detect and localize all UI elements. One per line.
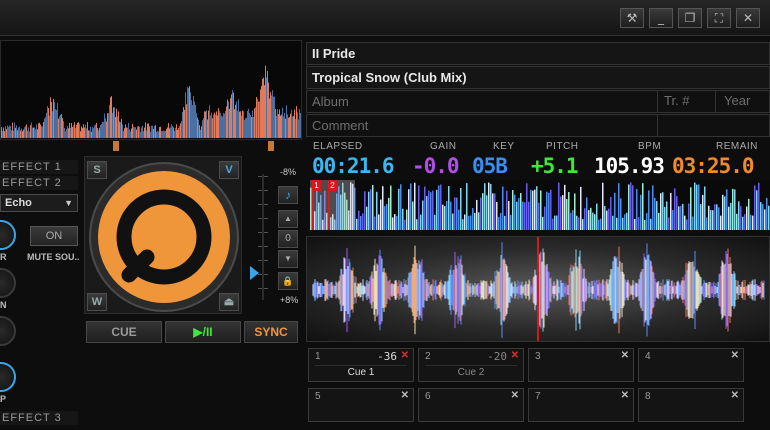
effect-3-label[interactable]: EFFECT 3 <box>0 411 78 425</box>
jog-wheel-panel: S V W ⏏ <box>84 156 242 314</box>
elapsed-label: ELAPSED <box>313 141 363 152</box>
cue-pad-5[interactable]: 5 ✕ <box>308 388 414 422</box>
bpm-value[interactable]: 105.93 <box>594 154 665 178</box>
bpm-label: BPM <box>638 141 662 152</box>
close-icon[interactable]: ✕ <box>511 350 519 361</box>
cue-pad-3[interactable]: 3 ✕ <box>528 348 634 382</box>
effect-knob-4[interactable] <box>0 362 16 392</box>
year-field[interactable]: Year <box>715 90 770 113</box>
effect-select-value: Echo <box>5 197 32 209</box>
restore-icon[interactable]: ❐ <box>678 8 702 28</box>
jog-wheel[interactable] <box>85 157 243 315</box>
cue-pad-name: Cue 1 <box>347 367 375 378</box>
close-icon[interactable]: ✕ <box>731 350 739 361</box>
fullscreen-icon[interactable]: ⛶ <box>707 8 731 28</box>
note-icon[interactable]: ♪ <box>278 186 298 204</box>
pitch-track[interactable] <box>262 174 264 300</box>
overview-waveform-graphic <box>1 65 301 138</box>
close-icon[interactable]: ✕ <box>401 390 409 401</box>
cue-pad-1[interactable]: 1 -36 ✕ Cue 1 <box>308 348 414 382</box>
effect-2-label[interactable]: EFFECT 2 <box>0 176 78 190</box>
effect-on-button[interactable]: ON <box>30 226 78 246</box>
cue-pad-value: -20 <box>487 350 507 363</box>
knob-label: P <box>0 394 7 404</box>
track-position-waveform[interactable]: 1 2 <box>310 180 770 230</box>
remain-value: 03:25.0 <box>672 154 755 178</box>
close-icon[interactable]: ✕ <box>736 8 760 28</box>
key-value[interactable]: 05B <box>472 154 508 178</box>
pitch-min-label: -8% <box>280 167 297 177</box>
pitch-up-button[interactable]: ▲ <box>278 210 298 228</box>
cue-pad-number: 5 <box>315 391 321 402</box>
cue-marker-1[interactable]: 1 <box>312 180 321 191</box>
cue-marker-2[interactable]: 2 <box>328 180 337 191</box>
pitch-zero-button[interactable]: 0 <box>278 230 298 248</box>
gain-label: GAIN <box>430 141 457 152</box>
comment-placeholder: Comment <box>312 118 369 133</box>
cue-button[interactable]: CUE <box>86 321 162 343</box>
close-icon[interactable]: ✕ <box>511 390 519 401</box>
knob-label: N <box>0 300 7 310</box>
knob-label: R <box>0 252 7 262</box>
elapsed-value: 00:21.6 <box>312 154 395 178</box>
sync-button[interactable]: SYNC <box>244 321 298 343</box>
cue-pad-8[interactable]: 8 ✕ <box>638 388 744 422</box>
pitch-max-label: +8% <box>280 295 299 305</box>
remain-label: REMAIN <box>716 141 758 152</box>
playhead <box>537 237 539 341</box>
close-icon[interactable]: ✕ <box>401 350 409 361</box>
album-placeholder: Album <box>312 94 349 109</box>
cue-pad-number: 6 <box>425 391 431 402</box>
cue-pad-7[interactable]: 7 ✕ <box>528 388 634 422</box>
effect-knob-2[interactable] <box>0 268 16 298</box>
main-waveform[interactable] <box>306 236 770 342</box>
track-title[interactable]: Tropical Snow (Club Mix) <box>306 66 770 89</box>
effect-knob-3[interactable] <box>0 316 16 346</box>
pitch-value: +5.1 <box>531 154 579 178</box>
title-bar: ⚒ _ ❐ ⛶ ✕ <box>0 0 770 36</box>
effect-knob-1[interactable] <box>0 220 16 250</box>
overview-marker <box>113 141 119 151</box>
key-label: KEY <box>493 141 515 152</box>
cue-pad-4[interactable]: 4 ✕ <box>638 348 744 382</box>
close-icon[interactable]: ✕ <box>621 350 629 361</box>
play-pause-button[interactable]: ▶/II <box>165 321 241 343</box>
effect-select[interactable]: Echo ▼ <box>0 194 78 212</box>
pitch-down-button[interactable]: ▼ <box>278 250 298 268</box>
overview-waveform[interactable] <box>0 40 302 140</box>
pitch-label: PITCH <box>546 141 579 152</box>
cue-pad-6[interactable]: 6 ✕ <box>418 388 524 422</box>
pitch-slider-panel: -8% +8% ♪ ▲ 0 ▼ 🔒 <box>250 162 302 312</box>
gain-value[interactable]: -0.0 <box>412 154 460 178</box>
close-icon[interactable]: ✕ <box>731 390 739 401</box>
cue-pad-number: 7 <box>535 391 541 402</box>
cue-pad-value: -36 <box>377 350 397 363</box>
track-artist[interactable]: II Pride <box>306 42 770 65</box>
cue-pad-2[interactable]: 2 -20 ✕ Cue 2 <box>418 348 524 382</box>
cue-pad-number: 1 <box>315 351 321 362</box>
overview-marker <box>268 141 274 151</box>
effect-1-label[interactable]: EFFECT 1 <box>0 160 78 174</box>
tools-icon[interactable]: ⚒ <box>620 8 644 28</box>
chevron-down-icon: ▼ <box>64 198 73 208</box>
pitch-handle[interactable] <box>250 266 259 280</box>
track-info-panel: II Pride Tropical Snow (Club Mix) Album … <box>306 40 770 138</box>
track-number-field[interactable]: Tr. # <box>657 90 713 113</box>
album-field[interactable]: Album Tr. # Year <box>306 90 770 113</box>
comment-field[interactable]: Comment <box>306 114 770 137</box>
cue-pad-name: Cue 2 <box>457 367 485 378</box>
mini-waveform-graphic <box>310 182 770 230</box>
cue-pad-number: 3 <box>535 351 541 362</box>
mute-sound-label: MUTE SOU... <box>27 252 79 262</box>
close-icon[interactable]: ✕ <box>621 390 629 401</box>
cue-pad-number: 4 <box>645 351 651 362</box>
lock-icon[interactable]: 🔒 <box>278 272 298 290</box>
cue-pad-number: 8 <box>645 391 651 402</box>
minimize-icon[interactable]: _ <box>649 8 673 28</box>
cue-pad-number: 2 <box>425 351 431 362</box>
